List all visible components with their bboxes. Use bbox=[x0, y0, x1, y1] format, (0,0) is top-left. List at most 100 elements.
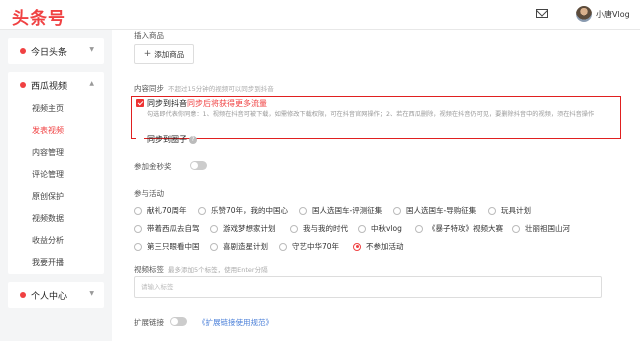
ext-link-label: 扩展链接 bbox=[134, 318, 164, 327]
radio-icon bbox=[134, 224, 142, 233]
radio-icon bbox=[134, 206, 142, 215]
activity-radio[interactable]: 守艺中华70年 bbox=[279, 241, 339, 252]
activity-label-text: 献礼70周年 bbox=[147, 206, 187, 215]
activity-radio[interactable]: 游戏梦想家计划 bbox=[210, 223, 276, 234]
activity-radio[interactable]: 壮丽祖国山河 bbox=[512, 223, 570, 234]
radio-icon bbox=[512, 224, 520, 233]
sidebar-item-revenue[interactable]: 收益分析 bbox=[8, 230, 104, 252]
activity-radio[interactable]: 献礼70周年 bbox=[134, 205, 187, 216]
radio-icon bbox=[210, 242, 218, 251]
sidebar-item-live[interactable]: 我要开播 bbox=[8, 252, 104, 274]
activity-radio[interactable]: 我与我的时代 bbox=[290, 223, 348, 234]
add-product-label: 添加商品 bbox=[154, 49, 185, 59]
tags-input[interactable]: 请输入标签 bbox=[134, 276, 602, 298]
sync-circle-row: 同步到圈子? bbox=[147, 134, 197, 145]
sidebar-section-label: 个人中心 bbox=[31, 291, 68, 302]
chevron-up-icon: ▲ bbox=[89, 80, 94, 87]
person-icon bbox=[20, 292, 26, 298]
activity-label: 参与活动 bbox=[134, 189, 164, 198]
sidebar-section-xigua[interactable]: 西瓜视频 ▲ bbox=[8, 72, 104, 98]
sidebar-section-label: 今日头条 bbox=[31, 47, 68, 58]
sync-label: 内容同步 bbox=[134, 84, 164, 93]
ext-link-rules-link[interactable]: 《扩展链接使用规范》 bbox=[198, 317, 273, 328]
sidebar-section-toutiao[interactable]: 今日头条 ▼ bbox=[8, 38, 104, 64]
logo[interactable]: 头条号 bbox=[12, 4, 66, 29]
sidebar-section-label: 西瓜视频 bbox=[31, 81, 68, 92]
sync-section-label: 内容同步 不超过15分钟的视频可以同步到抖音 bbox=[134, 83, 274, 94]
activity-label-text: 中秋vlog bbox=[371, 224, 402, 233]
activity-label-text: 国人选国车-评测征集 bbox=[312, 206, 383, 215]
radio-icon bbox=[415, 224, 423, 233]
radio-icon bbox=[134, 242, 142, 251]
plus-icon: + bbox=[143, 49, 152, 59]
tags-hint: 最多添加5个标签，使用Enter分隔 bbox=[168, 266, 268, 274]
sidebar-item-comment-manage[interactable]: 评论管理 bbox=[8, 164, 104, 186]
activity-radio[interactable]: 国人选国车-导购征集 bbox=[393, 205, 476, 216]
activity-label-text: 国人选国车-导购征集 bbox=[406, 206, 477, 215]
sync-douyin-row: 同步到抖音同步后将获得更多流量 bbox=[147, 98, 267, 109]
activity-radio[interactable]: 中秋vlog bbox=[358, 223, 402, 234]
activity-radio[interactable]: 第三只眼看中国 bbox=[134, 241, 200, 252]
radio-selected-icon bbox=[353, 242, 361, 251]
activity-label-text: 喜剧造星计划 bbox=[223, 242, 268, 251]
sidebar-card-xigua: 西瓜视频 ▲ 视频主页 发表视频 内容管理 评论管理 原创保护 视频数据 收益分… bbox=[8, 72, 104, 274]
sync-hint: 不超过15分钟的视频可以同步到抖音 bbox=[168, 85, 274, 93]
activity-radio-selected[interactable]: 不参加活动 bbox=[353, 241, 404, 252]
tags-section-label: 视频标签 最多添加5个标签，使用Enter分隔 bbox=[134, 264, 268, 275]
activity-radio[interactable]: 喜剧造星计划 bbox=[210, 241, 268, 252]
mail-icon[interactable] bbox=[536, 9, 548, 18]
chevron-down-icon: ▼ bbox=[89, 46, 94, 53]
radio-icon bbox=[358, 224, 366, 233]
sidebar-item-publish-video[interactable]: 发表视频 bbox=[8, 120, 104, 142]
activity-radio[interactable]: 乐赞70年，我的中国心 bbox=[198, 205, 288, 216]
radio-icon bbox=[279, 242, 287, 251]
million-toggle[interactable] bbox=[190, 161, 207, 170]
activity-label-text: 不参加活动 bbox=[366, 242, 404, 251]
activity-radio[interactable]: 带着西瓜去自驾 bbox=[134, 223, 200, 234]
activity-label-text: 守艺中华70年 bbox=[292, 242, 340, 251]
sidebar-item-video-data[interactable]: 视频数据 bbox=[8, 208, 104, 230]
activity-radio[interactable]: 国人选国车-评测征集 bbox=[299, 205, 382, 216]
sync-circle-label: 同步到圈子 bbox=[147, 135, 187, 144]
xigua-icon bbox=[20, 82, 26, 88]
username[interactable]: 小唐Vlog bbox=[596, 9, 630, 20]
activity-label-text: 游戏梦想家计划 bbox=[223, 224, 276, 233]
ext-link-toggle[interactable] bbox=[170, 317, 187, 326]
help-icon[interactable]: ? bbox=[189, 135, 197, 144]
activity-radio[interactable]: 《暴子特攻》视频大赛 bbox=[415, 223, 503, 234]
activity-label-text: 壮丽祖国山河 bbox=[525, 224, 570, 233]
avatar[interactable] bbox=[576, 6, 592, 22]
sync-douyin-description: 勾选即代表你同意：1、视频在抖音可被下载，如需修改下载权限，可在抖音官网操作；2… bbox=[147, 111, 595, 118]
activity-label-text: 玩具计划 bbox=[501, 206, 531, 215]
million-label: 参加金秒奖 bbox=[134, 162, 172, 171]
add-product-button[interactable]: + 添加商品 bbox=[134, 44, 194, 64]
sidebar-section-personal[interactable]: 个人中心 ▼ bbox=[8, 282, 104, 308]
sync-douyin-label: 同步到抖音 bbox=[147, 99, 187, 108]
sidebar-item-video-home[interactable]: 视频主页 bbox=[8, 98, 104, 120]
tags-label: 视频标签 bbox=[134, 265, 164, 274]
sidebar-item-original-protect[interactable]: 原创保护 bbox=[8, 186, 104, 208]
top-bar: 头条号 小唐Vlog bbox=[0, 0, 640, 30]
sync-circle-checkbox[interactable] bbox=[136, 134, 144, 142]
radio-icon bbox=[488, 206, 496, 215]
activity-label-text: 带着西瓜去自驾 bbox=[147, 224, 200, 233]
radio-icon bbox=[198, 206, 206, 215]
sidebar-card-personal: 个人中心 ▼ bbox=[8, 282, 104, 308]
sidebar: 今日头条 ▼ 西瓜视频 ▲ 视频主页 发表视频 内容管理 评论管理 原创保护 视… bbox=[8, 38, 104, 316]
activity-label-text: 乐赞70年，我的中国心 bbox=[211, 206, 289, 215]
toutiao-icon bbox=[20, 48, 26, 54]
activity-label-text: 《暴子特攻》视频大赛 bbox=[428, 224, 503, 233]
radio-icon bbox=[299, 206, 307, 215]
activity-radio[interactable]: 玩具计划 bbox=[488, 205, 531, 216]
activity-label-text: 我与我的时代 bbox=[303, 224, 348, 233]
sidebar-item-content-manage[interactable]: 内容管理 bbox=[8, 142, 104, 164]
publish-form: 插入商品 + 添加商品 内容同步 不超过15分钟的视频可以同步到抖音 同步到抖音同… bbox=[112, 30, 640, 341]
radio-icon bbox=[290, 224, 298, 233]
radio-icon bbox=[210, 224, 218, 233]
activity-label-text: 第三只眼看中国 bbox=[147, 242, 200, 251]
radio-icon bbox=[393, 206, 401, 215]
sync-douyin-promo: 同步后将获得更多流量 bbox=[187, 99, 267, 108]
insert-product-label: 插入商品 bbox=[134, 31, 164, 40]
sync-douyin-checkbox[interactable] bbox=[136, 99, 144, 107]
sidebar-card-toutiao: 今日头条 ▼ bbox=[8, 38, 104, 64]
